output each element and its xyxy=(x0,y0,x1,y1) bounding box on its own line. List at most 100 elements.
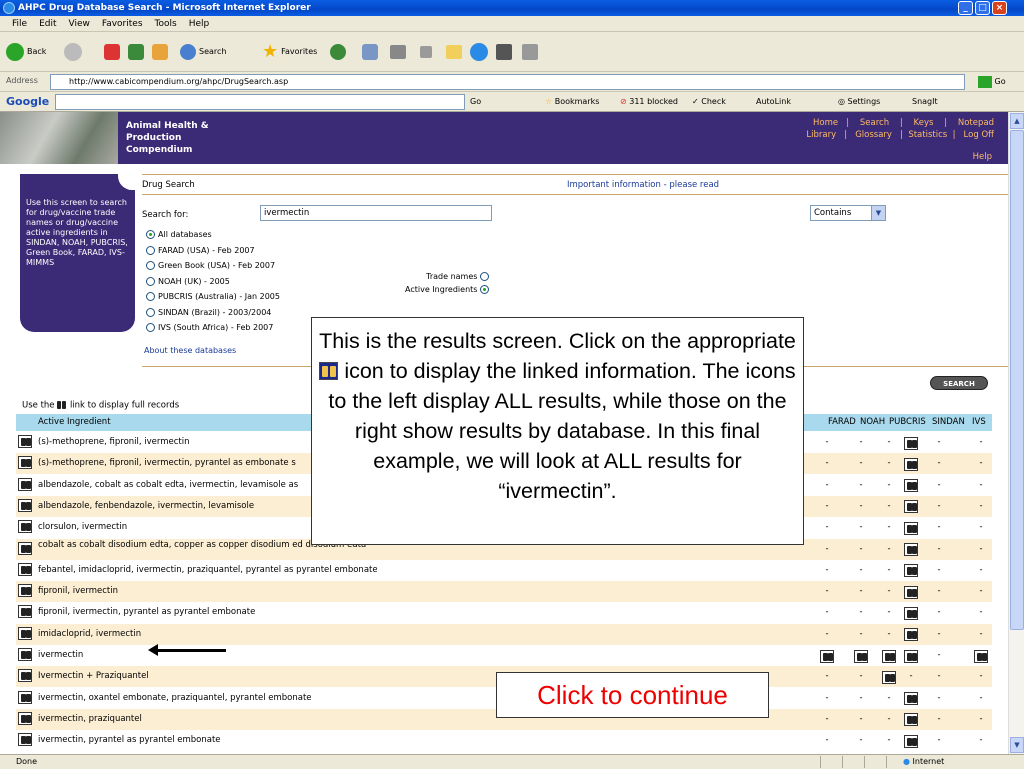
back-button[interactable]: Back xyxy=(6,40,46,64)
database-option[interactable]: IVS (South Africa) - Feb 2007 xyxy=(146,323,273,332)
view-all-binoculars-icon[interactable] xyxy=(18,669,32,683)
mail-button[interactable] xyxy=(362,40,378,64)
trade-names-radio[interactable] xyxy=(480,272,489,281)
help-link[interactable]: Help xyxy=(973,152,992,162)
snagit-button[interactable]: SnagIt xyxy=(912,97,938,106)
settings-button[interactable]: ◎ Settings xyxy=(838,97,880,106)
tools-button[interactable] xyxy=(522,40,538,64)
view-all-binoculars-icon[interactable] xyxy=(18,520,32,534)
continue-button[interactable]: Click to continue xyxy=(496,672,769,718)
database-link-cell[interactable] xyxy=(818,645,836,666)
view-all-binoculars-icon[interactable] xyxy=(18,456,32,470)
database-binoculars-icon[interactable] xyxy=(904,734,918,748)
scroll-thumb[interactable] xyxy=(1010,130,1024,630)
database-link-cell[interactable] xyxy=(902,496,920,517)
database-binoculars-icon[interactable] xyxy=(904,521,918,535)
database-radio[interactable] xyxy=(146,307,155,317)
database-binoculars-icon[interactable] xyxy=(904,628,918,642)
view-all-binoculars-icon[interactable] xyxy=(18,498,32,512)
database-link-cell[interactable] xyxy=(902,560,920,581)
view-all-binoculars-icon[interactable] xyxy=(18,733,32,747)
database-option[interactable]: All databases xyxy=(146,230,212,239)
database-option[interactable]: PUBCRIS (Australia) - Jan 2005 xyxy=(146,292,280,301)
active-ingredients-option[interactable]: Active Ingredients xyxy=(362,285,492,294)
address-input[interactable]: http://www.cabicompendium.org/ahpc/DrugS… xyxy=(50,74,965,90)
database-option[interactable]: SINDAN (Brazil) - 2003/2004 xyxy=(146,307,271,317)
database-link-cell[interactable] xyxy=(902,517,920,538)
go-button[interactable]: Go xyxy=(978,74,1018,90)
database-binoculars-icon[interactable] xyxy=(882,649,896,663)
active-ingredients-radio[interactable] xyxy=(480,285,489,294)
google-search-input[interactable] xyxy=(55,94,465,110)
database-binoculars-icon[interactable] xyxy=(854,649,868,663)
database-radio[interactable] xyxy=(146,245,155,255)
match-type-select[interactable]: Contains ▼ xyxy=(810,205,886,221)
stop-button[interactable] xyxy=(104,40,120,64)
bookmarks-button[interactable]: ☆ Bookmarks xyxy=(545,97,599,106)
view-all-binoculars-icon[interactable] xyxy=(18,584,32,598)
edit-button[interactable] xyxy=(420,40,432,64)
page-scrollbar[interactable]: ▲ ▼ xyxy=(1008,112,1024,754)
view-all-binoculars-icon[interactable] xyxy=(18,690,32,704)
database-binoculars-icon[interactable] xyxy=(974,649,988,663)
database-binoculars-icon[interactable] xyxy=(904,649,918,663)
database-option[interactable]: NOAH (UK) - 2005 xyxy=(146,276,230,286)
database-link-cell[interactable] xyxy=(880,645,898,666)
database-link-cell[interactable] xyxy=(902,539,920,560)
database-binoculars-icon[interactable] xyxy=(904,500,918,514)
database-link-cell[interactable] xyxy=(902,453,920,474)
maximize-button[interactable]: □ xyxy=(975,1,990,15)
database-link-cell[interactable] xyxy=(902,624,920,645)
database-link-cell[interactable] xyxy=(880,666,898,687)
database-link-cell[interactable] xyxy=(902,475,920,496)
search-input[interactable]: ivermectin xyxy=(260,205,492,221)
menu-item-edit[interactable]: Edit xyxy=(39,19,56,29)
database-link-cell[interactable] xyxy=(902,645,920,666)
favorites-button[interactable]: ★ Favorites xyxy=(262,40,317,64)
database-binoculars-icon[interactable] xyxy=(904,436,918,450)
menu-item-file[interactable]: File xyxy=(12,19,27,29)
database-option[interactable]: FARAD (USA) - Feb 2007 xyxy=(146,245,255,255)
database-binoculars-icon[interactable] xyxy=(904,564,918,578)
database-link-cell[interactable] xyxy=(972,645,990,666)
spell-check-button[interactable]: ✓ Check xyxy=(692,97,726,106)
popup-blocked-button[interactable]: ⊘ 311 blocked xyxy=(620,97,678,106)
view-all-binoculars-icon[interactable] xyxy=(18,435,32,448)
database-radio[interactable] xyxy=(146,292,155,301)
database-link-cell[interactable] xyxy=(902,688,920,709)
database-radio[interactable] xyxy=(146,323,155,332)
database-option[interactable]: Green Book (USA) - Feb 2007 xyxy=(146,261,275,270)
database-radio[interactable] xyxy=(146,276,155,286)
database-binoculars-icon[interactable] xyxy=(882,670,896,684)
view-all-binoculars-icon[interactable] xyxy=(18,605,32,619)
database-link-cell[interactable] xyxy=(902,581,920,602)
database-link-cell[interactable] xyxy=(902,602,920,623)
autolink-button[interactable]: AutoLink xyxy=(756,97,791,106)
folder-button[interactable] xyxy=(446,40,462,64)
database-binoculars-icon[interactable] xyxy=(904,457,918,471)
menu-item-favorites[interactable]: Favorites xyxy=(102,19,143,29)
menu-item-view[interactable]: View xyxy=(69,19,90,29)
menu-item-help[interactable]: Help xyxy=(189,19,210,29)
scroll-down-icon[interactable]: ▼ xyxy=(1010,737,1024,753)
messenger-button[interactable] xyxy=(470,40,488,64)
database-binoculars-icon[interactable] xyxy=(904,713,918,727)
trade-names-option[interactable]: Trade names xyxy=(382,272,492,281)
view-all-binoculars-icon[interactable] xyxy=(18,562,32,576)
search-submit-button[interactable]: SEARCH xyxy=(930,376,988,390)
close-button[interactable]: × xyxy=(992,1,1007,15)
about-databases-link[interactable]: About these databases xyxy=(144,346,236,355)
menu-item-tools[interactable]: Tools xyxy=(155,19,177,29)
database-binoculars-icon[interactable] xyxy=(904,585,918,599)
view-all-binoculars-icon[interactable] xyxy=(18,711,32,725)
important-info-link[interactable]: Important information - please read xyxy=(567,180,719,190)
research-button[interactable] xyxy=(496,40,512,64)
database-link-cell[interactable] xyxy=(852,645,870,666)
database-radio[interactable] xyxy=(146,261,155,270)
view-all-binoculars-icon[interactable] xyxy=(18,626,32,640)
scroll-up-icon[interactable]: ▲ xyxy=(1010,113,1024,129)
database-link-cell[interactable] xyxy=(902,709,920,730)
site-nav-links[interactable]: Home | Search | Keys | Notepad Library |… xyxy=(806,117,994,141)
database-binoculars-icon[interactable] xyxy=(904,692,918,706)
forward-button[interactable] xyxy=(64,40,82,64)
